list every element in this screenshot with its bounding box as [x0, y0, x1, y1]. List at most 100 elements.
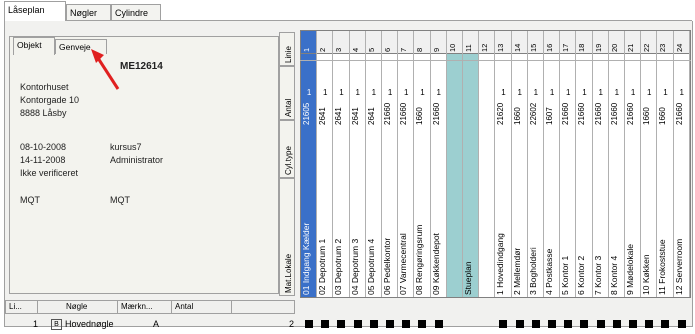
lock-column-7[interactable]: 7 1 21660 07 Varmecentral [398, 31, 415, 297]
key-flag[interactable]: B [51, 319, 62, 330]
side-tab-lokale[interactable]: Mat.Lokale [279, 178, 295, 296]
key-row[interactable]: 1 B Hovednøgle A 2 [5, 317, 295, 331]
cylinder-type: 21620 [496, 102, 506, 125]
key-access-mark[interactable] [677, 320, 686, 328]
subtab-objekt[interactable]: Objekt [13, 37, 55, 55]
lock-column-13[interactable]: 13 1 21620 1 Hovedindgang [495, 31, 512, 297]
cylinder-type: 2641 [350, 107, 360, 125]
key-access-mark[interactable] [661, 320, 670, 328]
cylinder-type: 21660 [609, 102, 619, 125]
key-access-mark[interactable] [434, 320, 443, 328]
column-number: 23 [657, 31, 673, 54]
cylinder-type: 21660 [626, 102, 635, 125]
key-access-mark[interactable] [337, 320, 346, 328]
header-amount[interactable]: Antal [172, 301, 232, 313]
header-line[interactable]: Li... [6, 301, 38, 313]
lock-column-17[interactable]: 17 1 21660 5 Kontor 1 [560, 31, 577, 297]
modified-date: 14-11-2008 [20, 155, 66, 165]
key-access-mark[interactable] [612, 320, 621, 328]
cylinder-type: 21660 [593, 102, 603, 125]
key-access-mark[interactable] [515, 320, 524, 328]
lock-plan-grid[interactable]: 1 1 21605 01 Indgang Kælder 2 1 2641 02 Depotru… [300, 30, 691, 298]
key-line: 1 [33, 319, 39, 329]
lock-column-11[interactable]: 11 Stueplan [463, 31, 480, 297]
header-mark[interactable]: Mærkn... [118, 301, 172, 313]
key-mark: A [153, 319, 160, 329]
column-amount: 1 [598, 88, 603, 97]
key-access-mark[interactable] [418, 320, 427, 328]
red-arrow-icon [91, 49, 120, 90]
lock-column-8[interactable]: 8 1 1660 08 Rengøringsrum [414, 31, 431, 297]
side-tab-cyltype[interactable]: Cyl.type [279, 120, 295, 178]
location-name: 05 Depotrum 4 [365, 238, 376, 295]
lock-column-4[interactable]: 4 1 2641 04 Depotrum 3 [349, 31, 366, 297]
cylinder-type: 21660 [674, 102, 684, 125]
modified-user: Administrator [110, 155, 164, 165]
lock-column-6[interactable]: 6 1 21660 06 Pedelkontor [382, 31, 399, 297]
location-name: 3 Bogholderi [527, 247, 538, 295]
lock-column-16[interactable]: 16 1 1607 4 Postkasse [544, 31, 561, 297]
lock-column-12[interactable]: 12 [479, 31, 496, 297]
column-amount: 1 [404, 88, 409, 97]
lock-column-18[interactable]: 18 1 21660 6 Kontor 2 [576, 31, 593, 297]
key-access-mark[interactable] [548, 320, 556, 328]
header-key[interactable]: Nøgle [38, 301, 118, 313]
key-access-mark[interactable] [369, 320, 378, 328]
column-number: 16 [544, 31, 560, 54]
key-access-mark[interactable] [353, 320, 362, 328]
key-access-mark[interactable] [531, 320, 540, 328]
key-access-mark[interactable] [596, 320, 605, 328]
lock-column-19[interactable]: 19 1 21660 7 Kontor 3 [592, 31, 609, 297]
lock-column-9[interactable]: 9 1 21660 09 Køkkendepot [430, 31, 447, 297]
location-name: 10 Køkken [641, 254, 652, 295]
key-access-mark[interactable] [321, 320, 330, 328]
cylinder-type: 1660 [415, 107, 425, 125]
key-access-mark[interactable] [629, 320, 637, 328]
lock-column-1[interactable]: 1 1 21605 01 Indgang Kælder [301, 31, 318, 297]
cylinder-type: 2641 [334, 107, 344, 125]
column-number: 11 [463, 31, 479, 54]
key-access-mark[interactable] [499, 320, 508, 328]
tab-laaseplan[interactable]: Låseplan [4, 1, 66, 21]
lock-column-14[interactable]: 14 1 1660 2 Mellemdør [511, 31, 528, 297]
cylinder-type: 21660 [561, 102, 571, 125]
cylinder-type: 22602 [528, 102, 538, 125]
lock-column-10[interactable]: 10 [446, 31, 463, 297]
key-access-mark[interactable] [645, 320, 654, 328]
location-name: 09 Køkkendepot [430, 233, 441, 295]
cylinder-type: 21660 [577, 102, 587, 125]
key-access-mark[interactable] [580, 320, 589, 328]
side-tab-linie[interactable]: Linie [279, 32, 295, 66]
location-name: 02 Depotrum 1 [317, 238, 328, 295]
lock-column-3[interactable]: 3 1 2641 03 Depotrum 2 [333, 31, 350, 297]
column-amount: 1 [323, 88, 328, 97]
column-number: 1 [301, 31, 317, 54]
column-amount: 1 [630, 88, 636, 97]
column-amount: 1 [355, 88, 360, 97]
column-number: 3 [333, 31, 349, 54]
side-tab-antal[interactable]: Antal [279, 66, 295, 120]
cylinder-type: 21605 [302, 102, 311, 125]
lock-column-15[interactable]: 15 1 22602 3 Bogholderi [527, 31, 544, 297]
column-amount: 1 [614, 88, 620, 97]
column-number: 4 [349, 31, 365, 54]
column-amount: 1 [549, 88, 555, 97]
lock-column-24[interactable]: 24 1 21660 12 Serverroom [673, 31, 690, 297]
lock-column-5[interactable]: 5 1 2641 05 Depotrum 4 [365, 31, 382, 297]
lock-column-23[interactable]: 23 1 1660 11 Frokoststue [657, 31, 674, 297]
created-user: kursus7 [110, 142, 142, 152]
grid-header-divider [300, 60, 691, 61]
location-name: 06 Pedelkontor [382, 237, 392, 295]
key-access-mark[interactable] [564, 320, 573, 328]
lock-column-20[interactable]: 20 1 21660 8 Kontor 4 [608, 31, 625, 297]
cylinder-type: 1660 [658, 107, 668, 125]
column-number: 8 [414, 31, 430, 54]
lock-column-2[interactable]: 2 1 2641 02 Depotrum 1 [317, 31, 334, 297]
key-access-mark[interactable] [402, 320, 411, 328]
tab-noegler[interactable]: Nøgler [66, 4, 111, 20]
key-access-mark[interactable] [386, 320, 394, 328]
tab-cylindre[interactable]: Cylindre [111, 4, 161, 20]
lock-column-22[interactable]: 22 1 1660 10 Køkken [641, 31, 658, 297]
lock-column-21[interactable]: 21 1 21660 9 Mødelokale [625, 31, 642, 297]
key-access-mark[interactable] [305, 320, 313, 328]
